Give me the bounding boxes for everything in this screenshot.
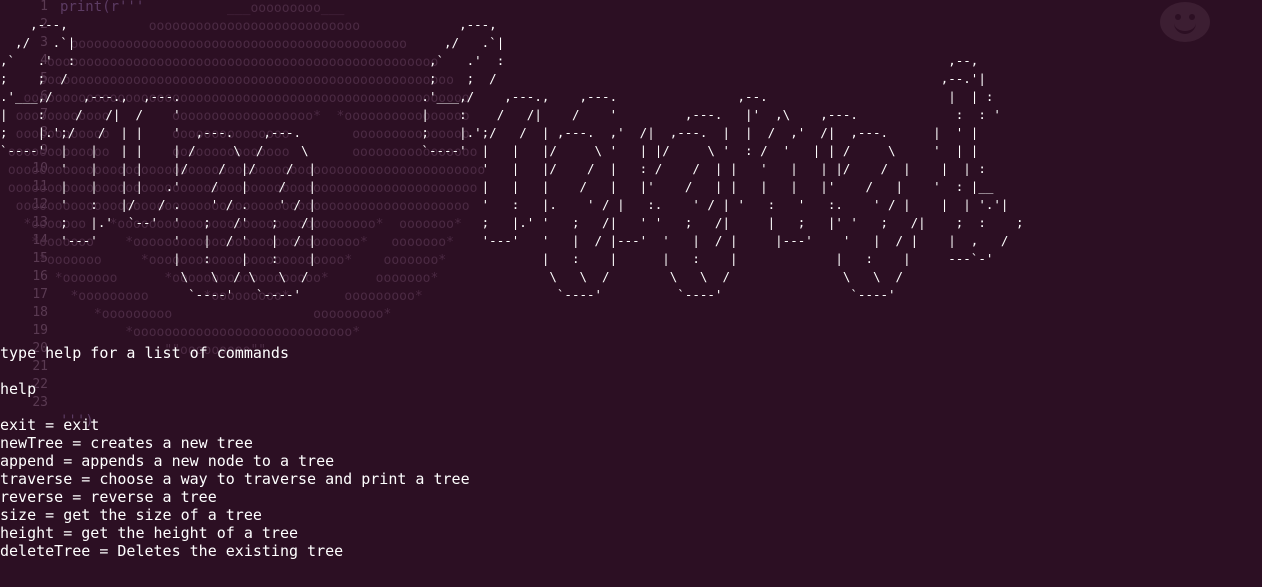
command-help-line: exit = exit (0, 416, 100, 434)
command-help-line: height = get the height of a tree (0, 524, 299, 542)
command-help-line: deleteTree = Deletes the existing tree (0, 542, 344, 560)
line-number: 19 (32, 323, 48, 338)
line-number: 1 (40, 0, 48, 14)
command-help-line: size = get the size of a tree (0, 506, 262, 524)
line-number: 18 (32, 305, 48, 320)
code-line-print: print(r''' (60, 0, 145, 15)
terminal-cursor[interactable] (0, 569, 9, 586)
help-hint-text: type help for a list of commands (0, 344, 289, 362)
user-input-line: help (0, 380, 37, 398)
ascii-banner: ,---, ,---, ,/ .`| ,/ .`| ,` .' : ,` .' … (0, 17, 1024, 302)
command-help-line: newTree = creates a new tree (0, 434, 253, 452)
command-help-line: append = appends a new node to a tree (0, 452, 335, 470)
command-help-line: reverse = reverse a tree (0, 488, 217, 506)
smiley-face-icon (1160, 2, 1210, 42)
command-help-line: traverse = choose a way to traverse and … (0, 470, 470, 488)
